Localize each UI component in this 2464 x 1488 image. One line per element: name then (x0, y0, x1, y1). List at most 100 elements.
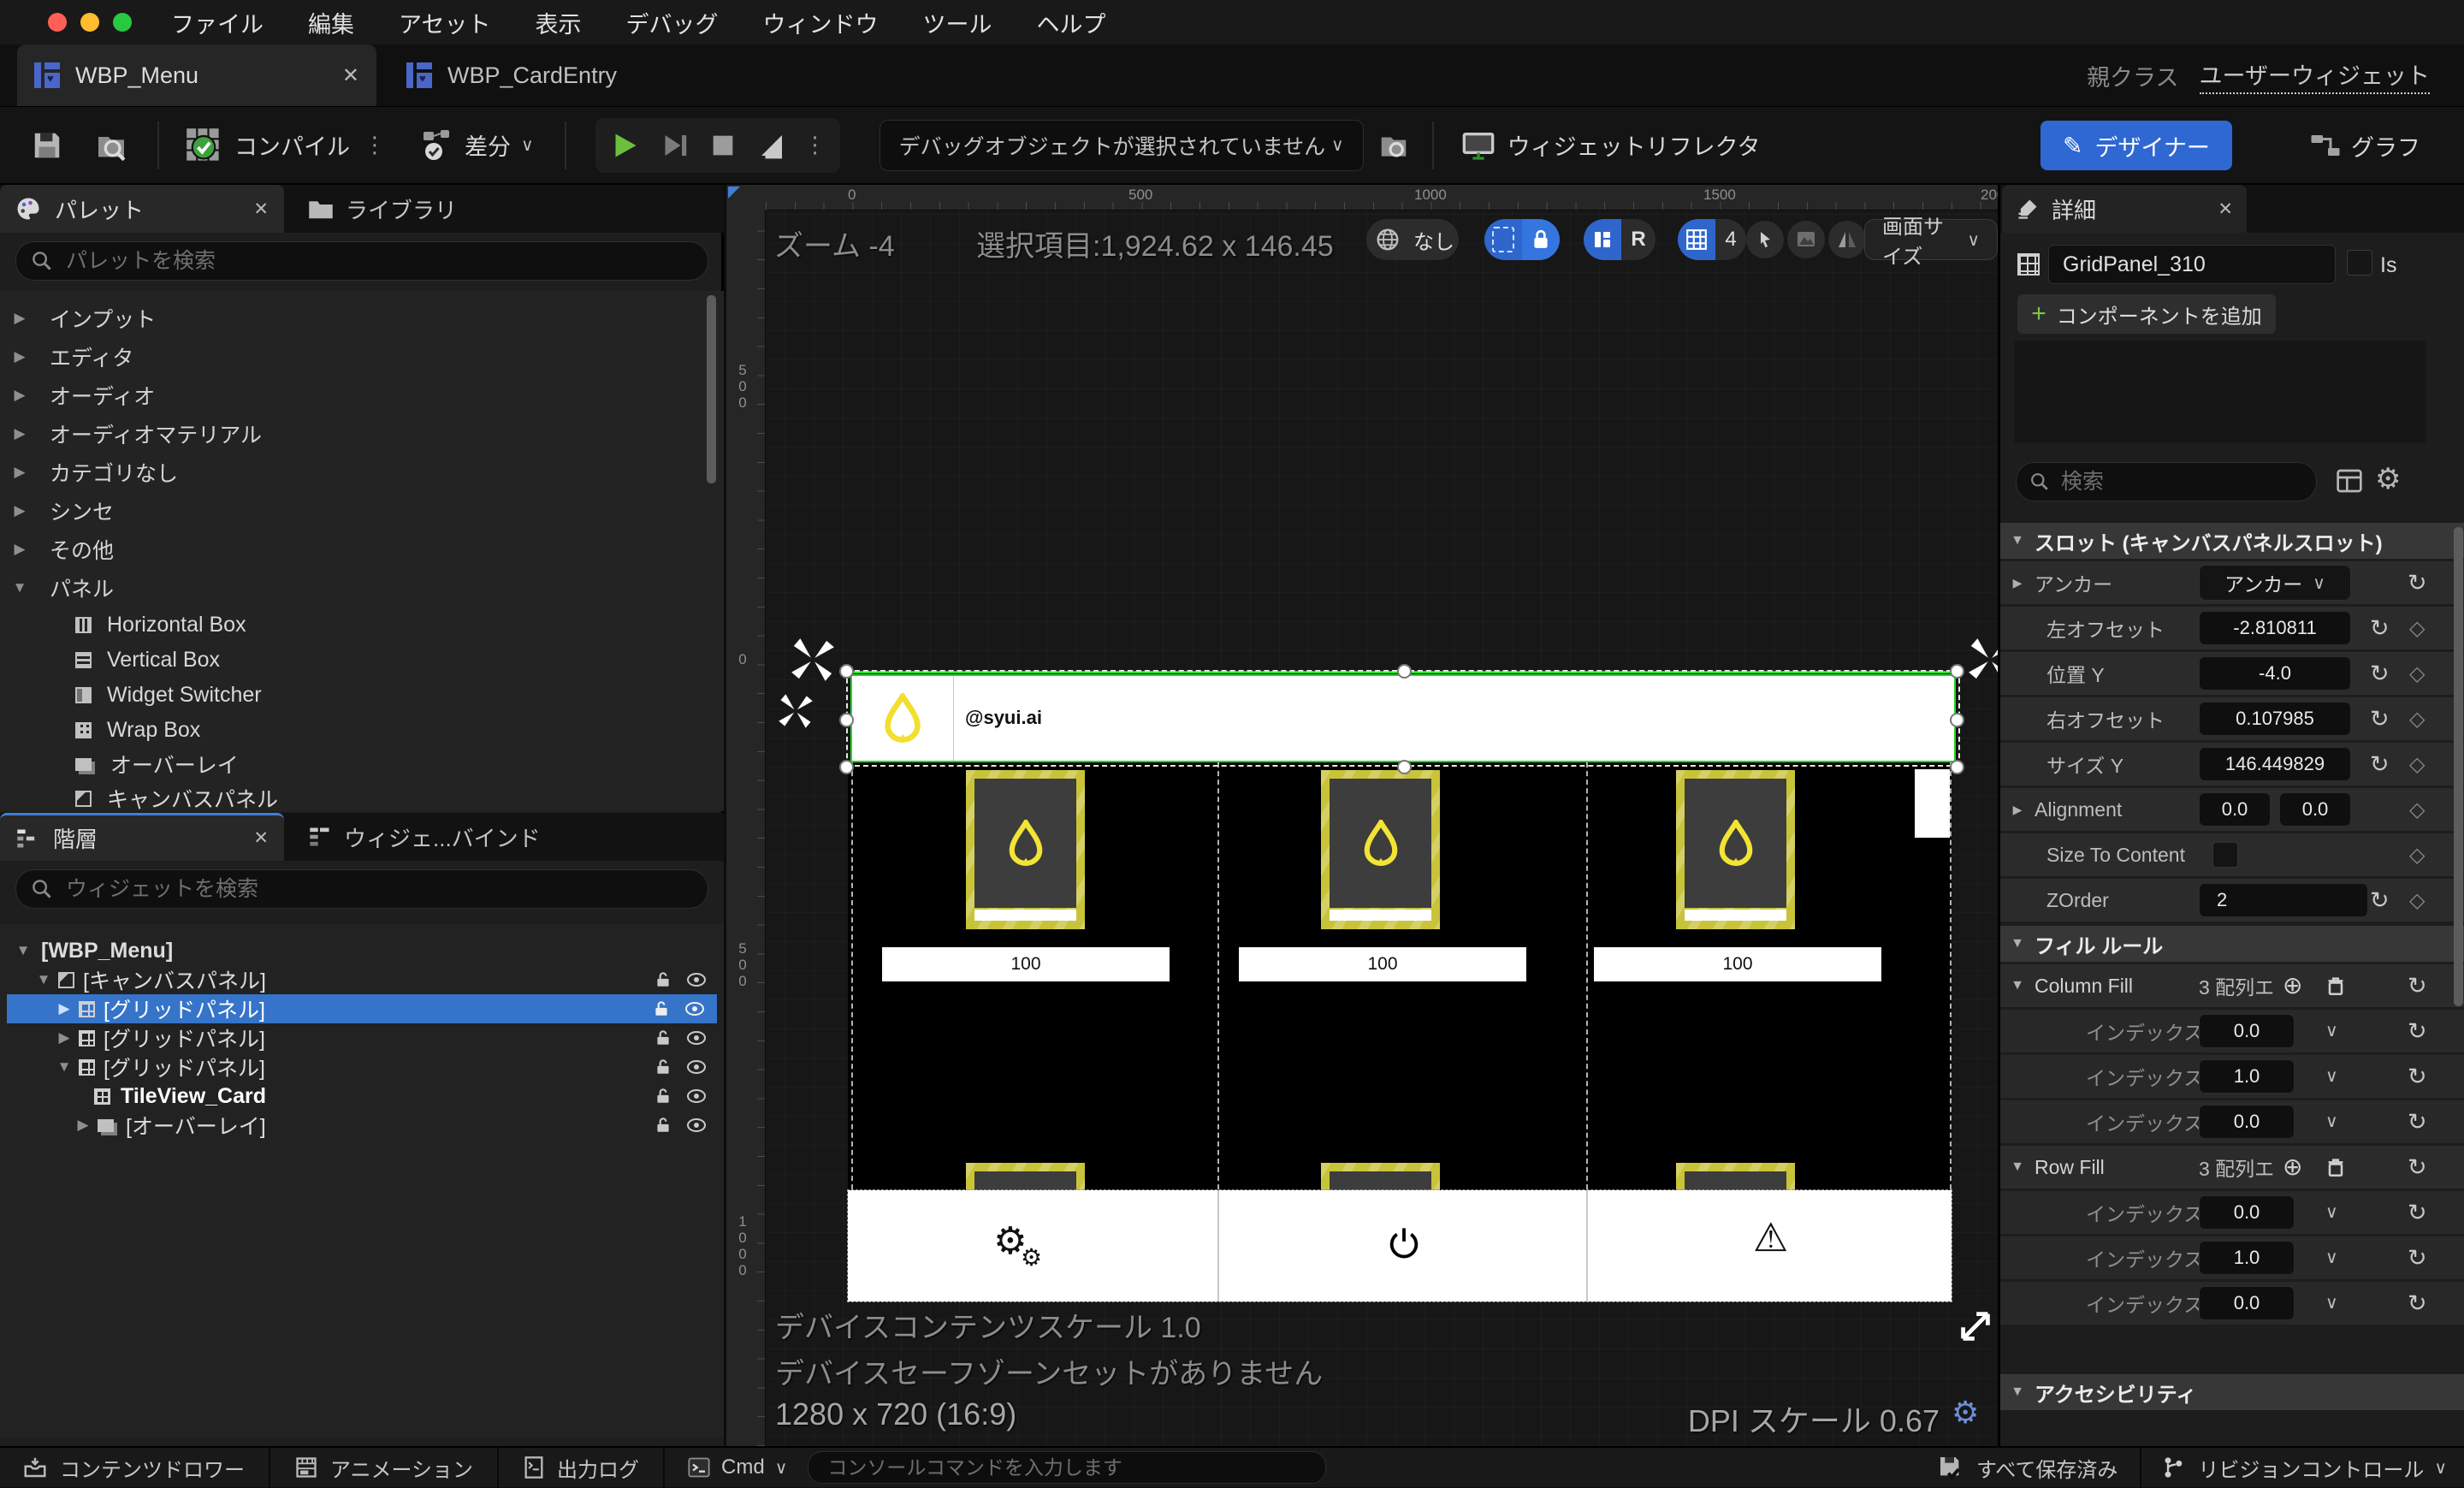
alignment-y-input[interactable]: 0.0 (2279, 792, 2351, 827)
tree-row-wbp-menu[interactable]: ▼ [WBP_Menu] (0, 936, 724, 965)
lock-icon[interactable] (654, 1058, 672, 1076)
palette-item-horizontal-box[interactable]: Horizontal Box (75, 608, 246, 642)
display-filter-icon[interactable] (2336, 467, 2363, 495)
screen-size-dropdown[interactable]: 画面サイズ ∨ (1864, 216, 1998, 269)
resize-handle[interactable] (839, 664, 854, 679)
fill-value-input[interactable]: 1.0 (2199, 1059, 2295, 1094)
eye-icon[interactable] (686, 1030, 707, 1046)
slot-section-header[interactable]: ▼ スロット (キャンバスパネルスロット) (2000, 523, 2464, 559)
reset-icon[interactable]: ↺ (2408, 1018, 2427, 1045)
chevron-down-icon[interactable]: ▼ (2000, 978, 2035, 993)
debug-object-dropdown[interactable]: デバッグオブジェクトが選択されていません ∨ (879, 119, 1364, 171)
bind-diamond-icon[interactable]: ◇ (2409, 616, 2425, 641)
tab-library[interactable]: ライブラリ (296, 185, 469, 233)
reset-icon[interactable]: ↺ (2370, 661, 2390, 687)
details-scrollbar[interactable] (2454, 527, 2463, 1006)
menu-asset[interactable]: アセット (399, 6, 490, 39)
fill-value-input[interactable]: 1.0 (2199, 1241, 2295, 1275)
menu-window[interactable]: ウィンドウ (762, 6, 878, 39)
chevron-down-icon[interactable]: ▼ (33, 971, 55, 988)
palette-search[interactable] (15, 241, 708, 281)
resize-arrows-icon[interactable] (788, 635, 838, 685)
dpi-settings-gear-icon[interactable]: ⚙ (1952, 1395, 1979, 1431)
reset-icon[interactable]: ↺ (2370, 887, 2390, 914)
canvas-resize-handle[interactable] (1955, 1306, 1996, 1347)
chevron-right-icon[interactable]: ▶ (53, 1029, 75, 1046)
bind-diamond-icon[interactable]: ◇ (2409, 888, 2425, 913)
tab-wbp-cardentry[interactable]: ♥ WBP_CardEntry (389, 44, 634, 106)
bind-diamond-icon[interactable]: ◇ (2409, 843, 2425, 868)
fill-rules-section-header[interactable]: ▼ フィル ルール (2000, 926, 2464, 962)
zorder-input[interactable]: 2 (2199, 883, 2368, 917)
resize-handle[interactable] (839, 760, 854, 774)
reset-icon[interactable]: ↺ (2408, 973, 2427, 999)
chevron-down-icon[interactable]: ▼ (12, 942, 34, 959)
fill-value-input[interactable]: 0.0 (2199, 1105, 2295, 1139)
diff-button[interactable]: 差分 ∨ (420, 128, 534, 163)
lock-icon[interactable] (654, 1029, 672, 1047)
lock-icon[interactable] (654, 1116, 672, 1135)
warning-icon[interactable]: ⚠ (1753, 1214, 1788, 1260)
stop-icon[interactable] (708, 131, 737, 160)
tree-row-overlay[interactable]: ▶ [オーバーレイ] (0, 1111, 724, 1140)
chevron-right-icon[interactable]: ▶ (2000, 576, 2035, 590)
tab-wbp-menu[interactable]: ♥ WBP_Menu ✕ (17, 44, 376, 106)
close-icon[interactable]: ✕ (253, 827, 269, 849)
offset-right-input[interactable]: 0.107985 (2199, 702, 2351, 736)
designer-mode-button[interactable]: ✎ デザイナー (2040, 121, 2232, 170)
fill-value-input[interactable]: 0.0 (2199, 1195, 2295, 1230)
palette-scrollbar[interactable] (707, 295, 716, 483)
reset-icon[interactable]: ↺ (2370, 615, 2390, 642)
eye-icon[interactable] (686, 1117, 707, 1133)
console-input[interactable] (826, 1455, 1309, 1480)
trash-icon[interactable] (2324, 1155, 2348, 1179)
close-icon[interactable]: ✕ (2218, 199, 2233, 220)
eye-icon[interactable] (686, 972, 707, 987)
console-input-box[interactable] (808, 1451, 1327, 1484)
tree-row-grid-panel[interactable]: ▼ [グリッドパネル] (0, 1052, 724, 1082)
close-icon[interactable]: ✕ (253, 199, 269, 220)
palette-category[interactable]: ▶ シンセ (9, 494, 114, 528)
accessibility-section-header[interactable]: ▼ アクセシビリティ (2000, 1374, 2464, 1410)
menu-file[interactable]: ファイル (171, 6, 264, 39)
menu-view[interactable]: 表示 (535, 6, 581, 39)
compile-button[interactable]: コンパイル (185, 127, 350, 164)
card-tile-partial[interactable] (1676, 1163, 1795, 1190)
chevron-down-icon[interactable]: ∨ (2325, 1065, 2338, 1087)
save-status-button[interactable]: すべて保存済み (1937, 1453, 2118, 1483)
reset-icon[interactable]: ↺ (2408, 1200, 2427, 1226)
play-icon[interactable] (609, 130, 640, 161)
designer-viewport[interactable]: 0 500 1000 1500 200 500 0 500 1000 ズーム -… (726, 185, 1998, 1446)
tree-row-canvas-panel[interactable]: ▼ [キャンバスパネル] (0, 965, 724, 994)
palette-category[interactable]: ▶ その他 (9, 532, 114, 566)
palette-category[interactable]: ▶ エディタ (9, 340, 133, 374)
debug-browse-icon[interactable] (1377, 129, 1410, 162)
traffic-light-minimize[interactable] (80, 13, 99, 32)
menu-tools[interactable]: ツール (922, 6, 992, 39)
palette-item-canvas-panel[interactable]: キャンバスパネル (75, 781, 278, 815)
fill-value-input[interactable]: 0.0 (2199, 1286, 2295, 1320)
chevron-down-icon[interactable]: ∨ (2325, 1020, 2338, 1041)
resize-handle[interactable] (1950, 760, 1964, 774)
trash-icon[interactable] (2324, 974, 2348, 998)
palette-item-wrap-box[interactable]: Wrap Box (75, 713, 200, 747)
traffic-light-close[interactable] (48, 13, 67, 32)
preview-background-button[interactable] (1787, 221, 1825, 258)
size-y-input[interactable]: 146.449829 (2199, 747, 2351, 781)
reset-icon[interactable]: ↺ (2370, 751, 2390, 778)
tree-row-grid-panel-selected[interactable]: ▶ [グリッドパネル] (7, 994, 717, 1023)
tree-row-tileview-card[interactable]: TileView_Card (0, 1082, 724, 1111)
fill-value-input[interactable]: 0.0 (2199, 1014, 2295, 1048)
traffic-light-zoom[interactable] (113, 13, 132, 32)
chevron-right-icon[interactable]: ▶ (72, 1117, 94, 1134)
compile-options-icon[interactable]: ⋮ (364, 132, 386, 158)
content-drawer-button[interactable]: コンテンツドロワー (22, 1453, 245, 1483)
tab-details[interactable]: 詳細 ✕ (2002, 185, 2247, 233)
lock-icon[interactable] (654, 1087, 672, 1106)
bind-diamond-icon[interactable]: ◇ (2409, 752, 2425, 777)
hierarchy-search[interactable] (15, 869, 708, 909)
selected-header-widget[interactable]: @syui.ai (846, 670, 1960, 767)
palette-category[interactable]: ▶ インプット (9, 301, 156, 335)
card-tile-partial[interactable] (966, 1163, 1085, 1190)
flip-preview-button[interactable] (1828, 221, 1866, 258)
